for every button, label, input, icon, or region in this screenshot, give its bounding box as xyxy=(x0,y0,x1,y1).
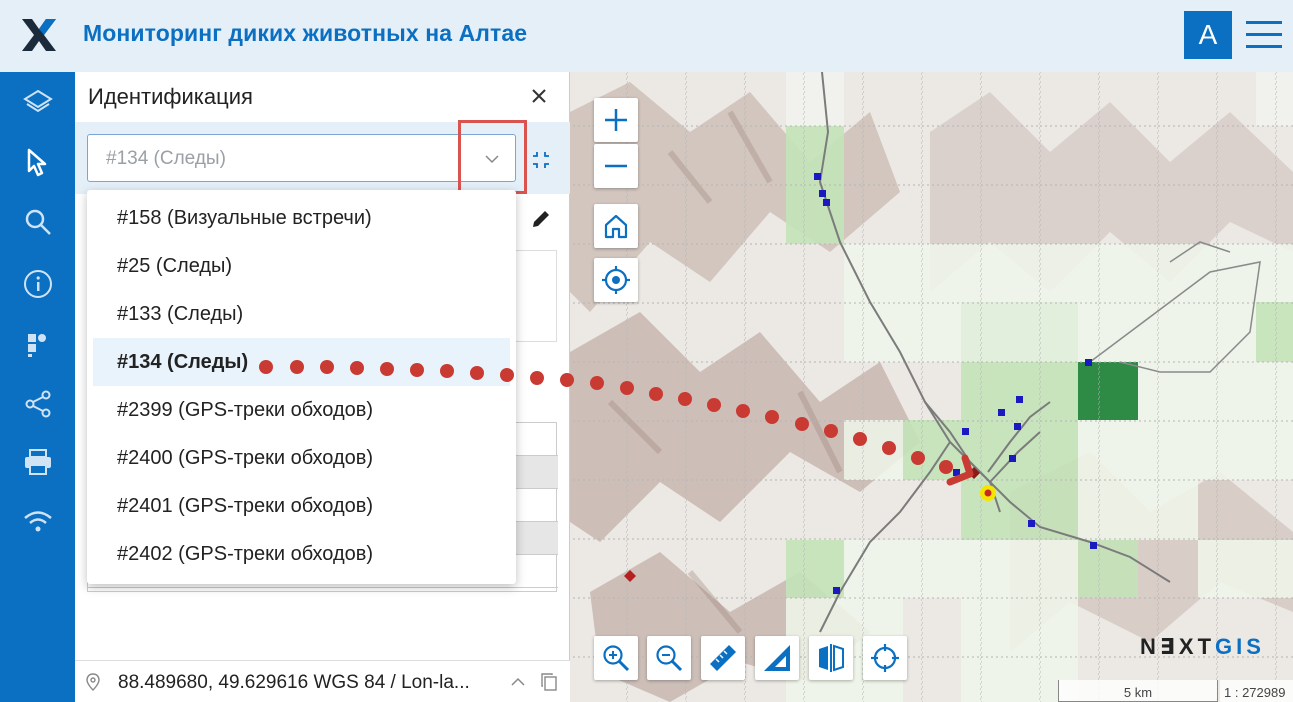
zoom-in-box-button[interactable] xyxy=(594,636,638,680)
app-title: Мониторинг диких животных на Алтае xyxy=(83,20,528,46)
nextgis-brand: N∃XTGIS xyxy=(1140,634,1265,660)
home-icon xyxy=(604,214,628,239)
scale-bar: 5 km xyxy=(1058,680,1218,702)
zoom-out-button[interactable] xyxy=(594,144,638,188)
terrain-basemap xyxy=(570,72,1293,702)
bookmark-icon xyxy=(27,334,46,357)
app-header: Мониторинг диких животных на Алтае A xyxy=(0,0,1293,72)
brand-part: N∃XT xyxy=(1140,634,1216,659)
rail-search-button[interactable] xyxy=(0,194,75,250)
coordinates-readout: 88.489680, 49.629616 WGS 84 / Lon-la... xyxy=(118,672,470,693)
select-cursor-icon xyxy=(27,148,46,177)
crosshair-icon xyxy=(871,644,899,672)
measure-area-button[interactable] xyxy=(755,636,799,680)
swipe-icon xyxy=(819,644,844,672)
dropdown-option[interactable]: #2402 (GPS-треки обходов) xyxy=(93,530,510,578)
collapse-icon[interactable] xyxy=(530,149,552,171)
tool-rail xyxy=(0,72,75,702)
dropdown-option[interactable]: #158 (Визуальные встречи) xyxy=(93,194,510,242)
coordinates-status-bar: 88.489680, 49.629616 WGS 84 / Lon-la... xyxy=(75,660,570,702)
edit-pencil-icon[interactable] xyxy=(530,208,552,230)
dropdown-option-selected[interactable]: #134 (Следы) xyxy=(93,338,510,386)
hamburger-menu-icon[interactable] xyxy=(1244,18,1284,52)
location-pin-icon xyxy=(86,673,100,691)
print-icon xyxy=(24,449,51,475)
dropdown-option[interactable]: #2400 (GPS-треки обходов) xyxy=(93,434,510,482)
coordinate-picker-button[interactable] xyxy=(863,636,907,680)
feature-select[interactable]: #134 (Следы) xyxy=(87,134,516,182)
zoom-out-icon xyxy=(656,645,683,672)
zoom-out-box-button[interactable] xyxy=(647,636,691,680)
identify-panel: Идентификация #134 (Следы) #158 (Визуаль… xyxy=(75,72,570,702)
annotation-highlight-box xyxy=(458,120,527,194)
my-location-button[interactable] xyxy=(594,258,638,302)
panel-title: Идентификация xyxy=(88,84,253,109)
nextgis-logo-icon[interactable] xyxy=(20,17,58,53)
dropdown-option[interactable]: #133 (Следы) xyxy=(93,290,510,338)
user-avatar[interactable]: A xyxy=(1184,11,1232,59)
chevron-up-icon[interactable] xyxy=(510,675,526,689)
plus-icon xyxy=(605,109,627,131)
rail-share-button[interactable] xyxy=(0,376,75,432)
feature-select-dropdown: #158 (Визуальные встречи) #25 (Следы) #1… xyxy=(87,190,516,584)
measure-distance-button[interactable] xyxy=(701,636,745,680)
feature-select-value: #134 (Следы) xyxy=(106,148,226,169)
ruler-icon xyxy=(710,645,736,671)
swipe-compare-button[interactable] xyxy=(809,636,853,680)
rail-bookmarks-button[interactable] xyxy=(0,316,75,372)
dropdown-option[interactable]: #25 (Следы) xyxy=(93,242,510,290)
zoom-in-button[interactable] xyxy=(594,98,638,142)
search-icon xyxy=(25,209,51,235)
dropdown-option[interactable]: #2401 (GPS-треки обходов) xyxy=(93,482,510,530)
rail-offline-button[interactable] xyxy=(0,494,75,550)
wifi-icon xyxy=(23,511,52,532)
locate-icon xyxy=(602,266,630,294)
share-icon xyxy=(25,390,50,418)
dropdown-option[interactable]: #2399 (GPS-треки обходов) xyxy=(93,386,510,434)
copy-icon[interactable] xyxy=(540,672,558,692)
rail-print-button[interactable] xyxy=(0,434,75,490)
zoom-in-icon xyxy=(603,645,630,672)
brand-part-gis: GIS xyxy=(1215,634,1265,659)
home-extent-button[interactable] xyxy=(594,204,638,248)
close-icon[interactable] xyxy=(527,84,551,108)
rail-info-button[interactable] xyxy=(0,256,75,312)
selected-feature-dot xyxy=(984,489,992,497)
rail-layers-button[interactable] xyxy=(0,74,75,130)
map-view[interactable]: N∃XTGIS 5 km 1 : 272989 xyxy=(570,72,1293,702)
info-icon xyxy=(23,270,52,298)
minus-icon xyxy=(605,164,627,168)
layers-icon xyxy=(22,89,53,113)
area-ruler-icon xyxy=(764,645,790,671)
scale-ratio: 1 : 272989 xyxy=(1220,680,1293,702)
rail-identify-button[interactable] xyxy=(0,134,75,190)
